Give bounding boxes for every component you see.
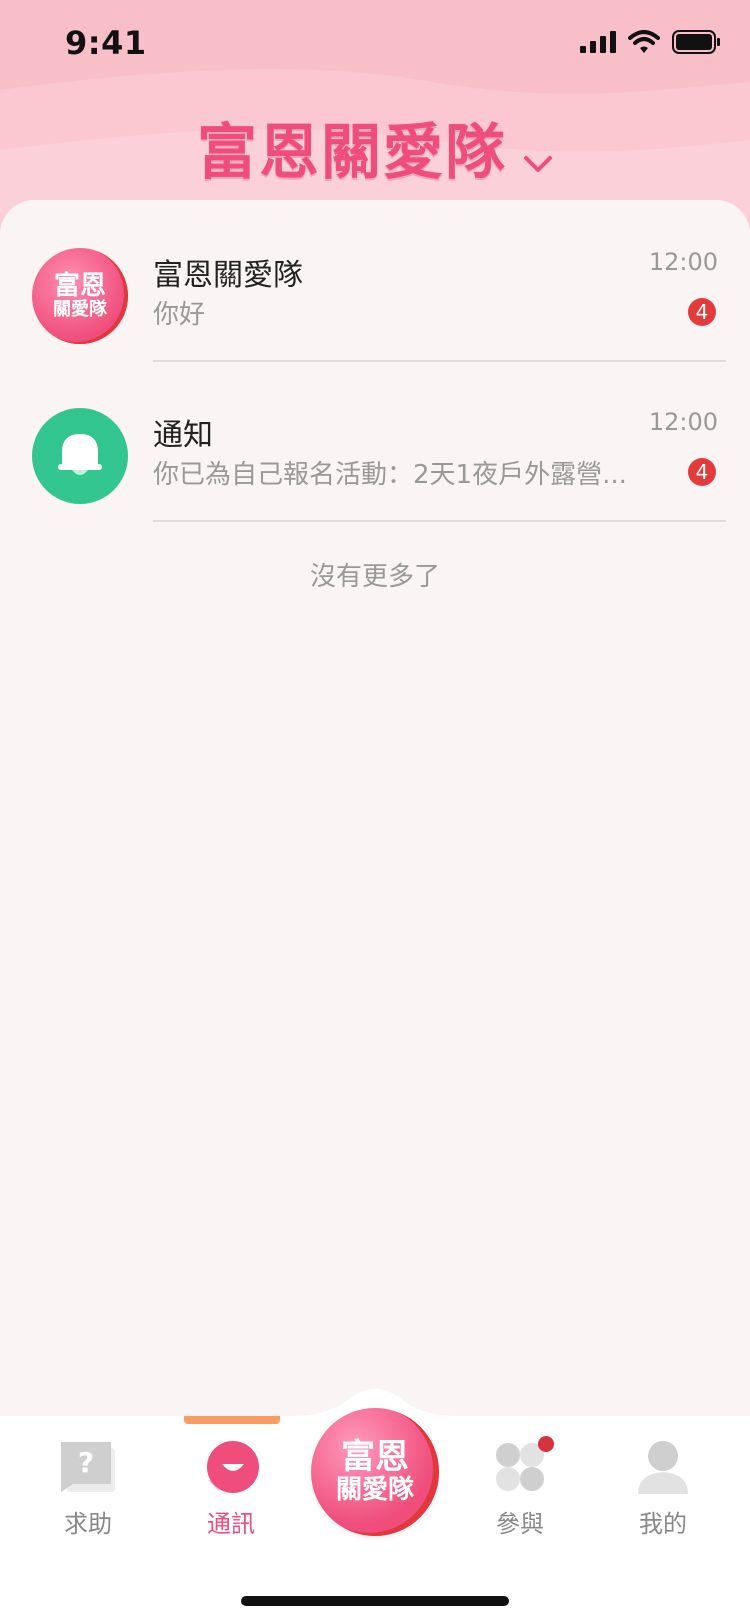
avatar: 富恩 關愛隊 xyxy=(32,248,128,344)
unread-badge: 4 xyxy=(688,458,716,486)
svg-text:?: ? xyxy=(78,1446,94,1479)
tab-chat[interactable]: 通訊 xyxy=(181,1440,281,1539)
tab-label: 我的 xyxy=(639,1510,687,1538)
help-icon: ? xyxy=(61,1442,115,1492)
app-title[interactable]: 富恩關愛隊 xyxy=(0,104,750,191)
wifi-icon xyxy=(628,30,660,53)
messages-screen: 9:41 富恩關愛隊 富恩 關愛隊 富恩關愛隊 你好 12:00 4 通知 你已… xyxy=(0,0,750,1624)
divider xyxy=(153,520,726,522)
avatar xyxy=(32,408,128,504)
signal-icon xyxy=(580,31,616,53)
bell-icon xyxy=(58,434,102,475)
status-time: 9:41 xyxy=(65,24,147,62)
tab-label: 通訊 xyxy=(207,1510,255,1538)
conversation-preview: 你已為自己報名活動：2天1夜戶外露營... xyxy=(153,460,627,490)
tab-label: 參與 xyxy=(496,1510,544,1538)
tab-help[interactable]: ? 求助 xyxy=(38,1440,138,1539)
conversation-time: 12:00 xyxy=(648,408,718,436)
conversation-time: 12:00 xyxy=(648,248,718,276)
conversation-list: 富恩 關愛隊 富恩關愛隊 你好 12:00 4 通知 你已為自己報名活動：2天1… xyxy=(0,200,750,1430)
unread-badge: 4 xyxy=(688,298,716,326)
tab-active-indicator xyxy=(184,1416,280,1424)
home-indicator xyxy=(241,1596,509,1606)
list-footer: 沒有更多了 xyxy=(309,562,440,592)
conversation-preview: 你好 xyxy=(153,300,206,330)
conversation-item[interactable]: 通知 你已為自己報名活動：2天1夜戶外露營... 12:00 4 xyxy=(0,390,750,550)
chevron-down-icon[interactable] xyxy=(523,154,553,174)
tab-label: 求助 xyxy=(64,1510,112,1538)
app-title-text: 富恩關愛隊 xyxy=(197,118,507,188)
conversation-item[interactable]: 富恩 關愛隊 富恩關愛隊 你好 12:00 4 xyxy=(0,230,750,390)
avatar-text-line1: 富恩 xyxy=(53,271,106,301)
conversation-title: 富恩關愛隊 xyxy=(153,258,303,293)
chat-icon xyxy=(207,1441,259,1493)
battery-icon xyxy=(672,30,720,54)
profile-icon xyxy=(638,1441,688,1494)
notification-dot xyxy=(538,1436,554,1452)
tab-participate[interactable]: 參與 xyxy=(470,1436,570,1539)
status-icons xyxy=(580,30,720,54)
tab-profile[interactable]: 我的 xyxy=(613,1440,713,1539)
center-button-line1: 富恩 xyxy=(341,1437,409,1477)
divider xyxy=(153,360,726,362)
center-button-line2: 關愛隊 xyxy=(335,1475,414,1505)
conversation-title: 通知 xyxy=(153,418,213,453)
center-home-button[interactable]: 富恩 關愛隊 xyxy=(311,1408,439,1536)
avatar-text-line2: 關愛隊 xyxy=(53,299,107,320)
